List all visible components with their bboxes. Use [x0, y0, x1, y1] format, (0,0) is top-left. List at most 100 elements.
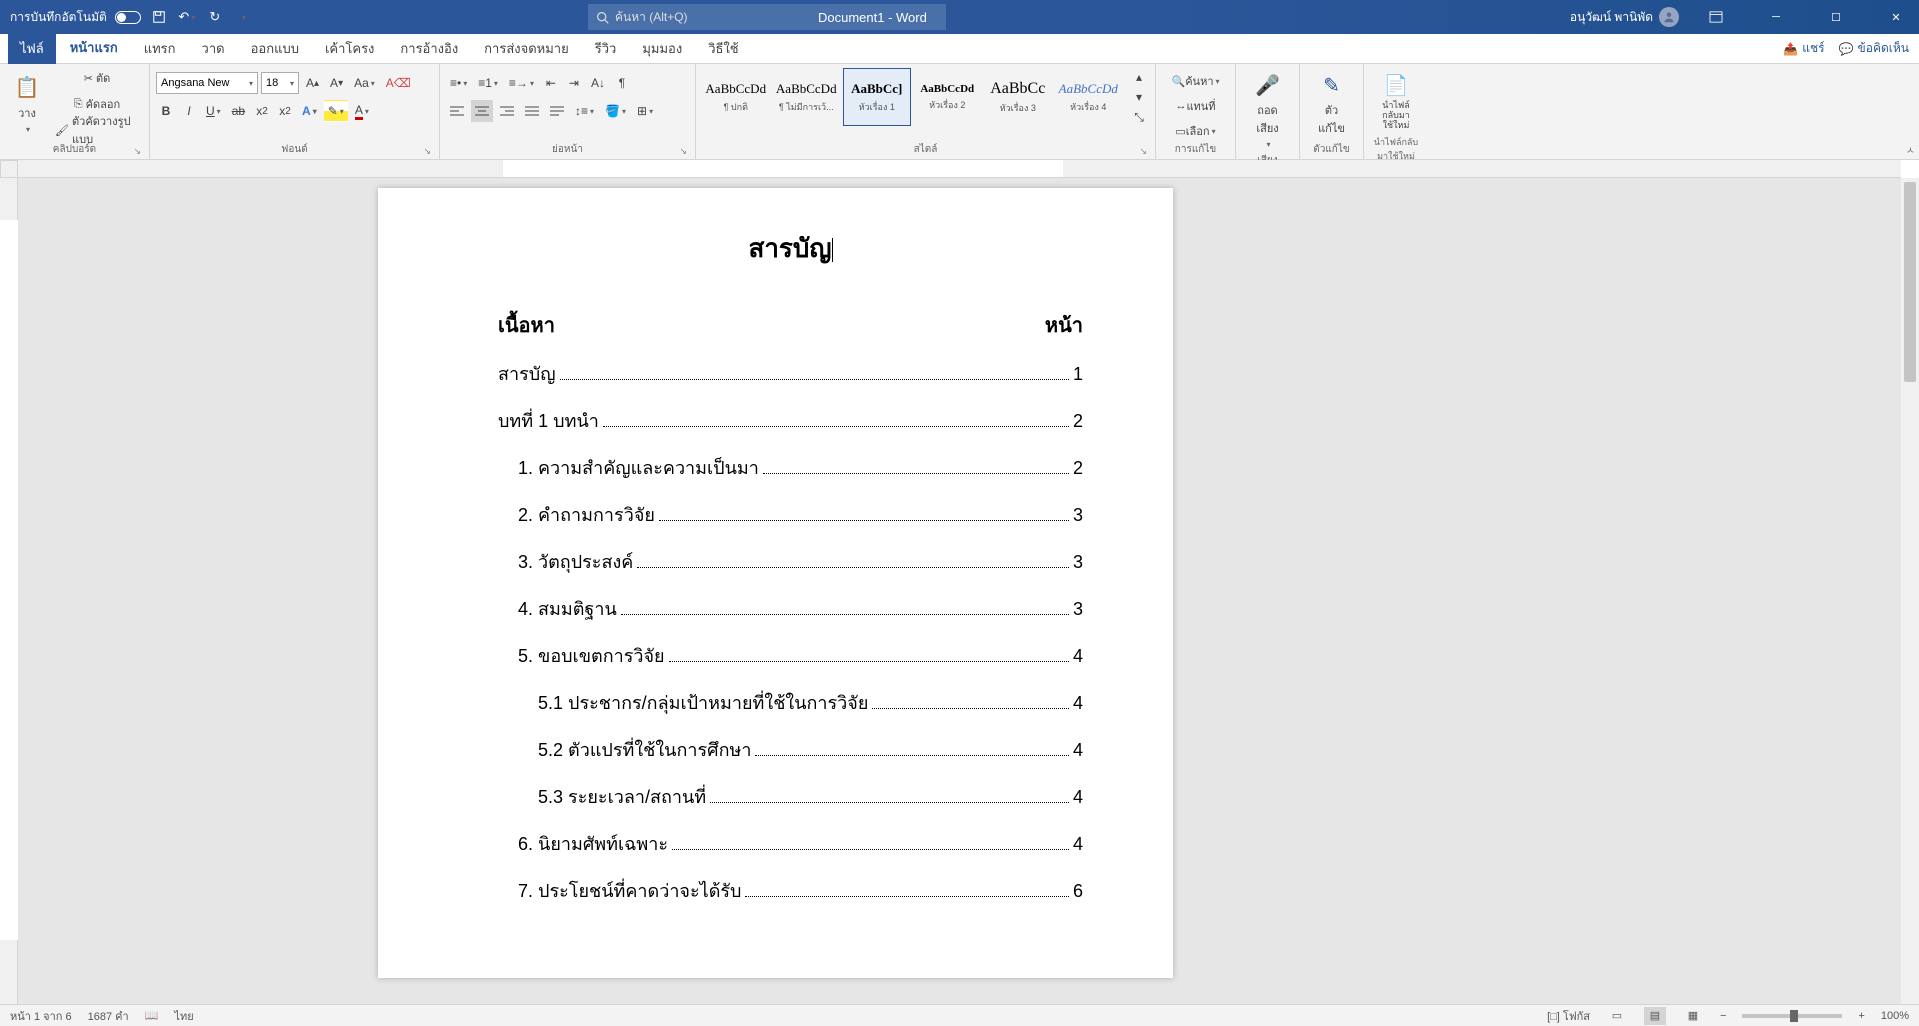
editor-button[interactable]: ✎ตัวแก้ไข: [1306, 68, 1357, 141]
styles-scroll-down[interactable]: ▾: [1129, 88, 1149, 106]
redo-icon[interactable]: ↻: [205, 7, 225, 27]
print-layout-button[interactable]: ▤: [1644, 1007, 1666, 1025]
styles-expand[interactable]: ⤡: [1129, 108, 1149, 126]
word-count[interactable]: 1687 คำ: [88, 1007, 129, 1025]
undo-icon[interactable]: ↶▾: [177, 7, 197, 27]
share-button[interactable]: 📤 แชร์: [1783, 39, 1824, 58]
line-spacing-button[interactable]: ↕≡▾: [571, 100, 598, 122]
select-button[interactable]: ▭ เลือก▾: [1162, 120, 1229, 142]
style-heading3[interactable]: AaBbCcหัวเรื่อง 3: [984, 68, 1052, 126]
decrease-indent-button[interactable]: ⇤: [541, 72, 561, 94]
page[interactable]: สารบัญ เนื้อหา หน้า สารบัญ 1บทที่ 1 บทนำ…: [378, 188, 1173, 978]
close-button[interactable]: ✕: [1873, 0, 1919, 34]
sort-button[interactable]: A↓: [587, 72, 609, 94]
tab-mailings[interactable]: การส่งจดหมาย: [472, 32, 581, 65]
style-normal[interactable]: AaBbCcDd¶ ปกติ: [702, 68, 770, 126]
shrink-font-button[interactable]: A▾: [326, 72, 347, 94]
read-mode-button[interactable]: ▭: [1606, 1007, 1628, 1025]
bold-button[interactable]: B: [156, 100, 176, 122]
dialog-launcher-icon[interactable]: ↘: [1139, 146, 1147, 157]
borders-button[interactable]: ⊞▾: [633, 100, 657, 122]
style-heading4[interactable]: AaBbCcDdหัวเรื่อง 4: [1055, 68, 1123, 126]
vertical-ruler[interactable]: [0, 178, 18, 1004]
justify-button[interactable]: [521, 100, 543, 122]
font-size-input[interactable]: 18▾: [261, 72, 299, 94]
align-center-button[interactable]: [471, 100, 493, 122]
user-account[interactable]: อนุวัฒน์ พานิพัด: [1570, 7, 1679, 27]
zoom-in-button[interactable]: +: [1858, 1010, 1864, 1022]
clear-format-button[interactable]: A⌫: [382, 72, 415, 94]
search-input[interactable]: ค้นหา (Alt+Q): [588, 4, 946, 30]
text-effects-button[interactable]: A▾: [298, 100, 321, 122]
tab-help[interactable]: วิธีใช้: [696, 32, 750, 65]
distributed-button[interactable]: [546, 100, 568, 122]
vertical-scrollbar[interactable]: [1901, 178, 1919, 1004]
zoom-out-button[interactable]: −: [1720, 1010, 1726, 1022]
scrollbar-thumb[interactable]: [1904, 182, 1916, 382]
font-color-button[interactable]: A▾: [351, 100, 373, 122]
tab-home[interactable]: หน้าแรก: [58, 31, 130, 66]
focus-mode[interactable]: [□] โฟกัส: [1547, 1007, 1590, 1025]
paste-button[interactable]: 📋 วาง▾: [6, 71, 48, 138]
style-nospacing[interactable]: AaBbCcDd¶ ไม่มีการเว้...: [773, 68, 841, 126]
grow-font-button[interactable]: A▴: [302, 72, 323, 94]
status-bar: หน้า 1 จาก 6 1687 คำ 📖 ไทย [□] โฟกัส ▭ ▤…: [0, 1004, 1919, 1026]
dialog-launcher-icon[interactable]: ↘: [133, 146, 141, 157]
style-heading1[interactable]: AaBbCc]หัวเรื่อง 1: [843, 68, 911, 126]
cut-button[interactable]: ✂ ตัด: [51, 67, 143, 89]
find-button[interactable]: 🔍 ค้นหา▾: [1162, 70, 1229, 92]
multilevel-button[interactable]: ≡→▾: [505, 72, 538, 94]
tab-draw[interactable]: วาด: [190, 32, 237, 65]
editor-label: ตัวแก้ไข: [1313, 144, 1349, 155]
tab-review[interactable]: รีวิว: [583, 32, 629, 65]
increase-indent-button[interactable]: ⇥: [564, 72, 584, 94]
qat-customize-icon[interactable]: ▾: [233, 7, 253, 27]
underline-button[interactable]: U▾: [202, 100, 225, 122]
toc-line: 2. คำถามการวิจัย 3: [498, 500, 1083, 529]
dictate-button[interactable]: 🎤ถอดเสียง▾: [1242, 68, 1293, 153]
spellcheck-icon[interactable]: 📖: [145, 1009, 159, 1022]
collapse-ribbon-button[interactable]: ㅅ: [1906, 142, 1915, 157]
tab-insert[interactable]: แทรก: [132, 32, 188, 65]
web-layout-button[interactable]: ▦: [1682, 1007, 1704, 1025]
autosave-toggle[interactable]: [115, 11, 141, 24]
page-indicator[interactable]: หน้า 1 จาก 6: [10, 1007, 72, 1025]
zoom-slider[interactable]: [1742, 1014, 1842, 1018]
maximize-button[interactable]: ☐: [1813, 0, 1859, 34]
language-indicator[interactable]: ไทย: [174, 1007, 193, 1025]
tab-view[interactable]: มุมมอง: [630, 32, 694, 65]
shading-button[interactable]: 🪣▾: [601, 100, 630, 122]
align-left-button[interactable]: [446, 100, 468, 122]
superscript-button[interactable]: x2: [275, 100, 295, 122]
comments-button[interactable]: 💬 ข้อคิดเห็น: [1839, 39, 1909, 58]
change-case-button[interactable]: Aa▾: [350, 72, 379, 94]
tab-references[interactable]: การอ้างอิง: [388, 32, 470, 65]
tab-layout[interactable]: เค้าโครง: [313, 32, 386, 65]
highlight-button[interactable]: ✎▾: [324, 100, 348, 122]
toc-line: 5.3 ระยะเวลา/สถานที่ 4: [498, 782, 1083, 811]
align-right-button[interactable]: [496, 100, 518, 122]
strikethrough-button[interactable]: ab: [228, 100, 249, 122]
ribbon-display-icon[interactable]: [1693, 0, 1739, 34]
toc-line: 5.2 ตัวแปรที่ใช้ในการศึกษา 4: [498, 735, 1083, 764]
format-painter-button[interactable]: 🖌 ตัวคัดวางรูปแบบ: [51, 119, 143, 141]
font-name-input[interactable]: Angsana New▾: [156, 72, 258, 94]
bullets-button[interactable]: ≡•▾: [446, 72, 471, 94]
save-icon[interactable]: [149, 7, 169, 27]
styles-scroll-up[interactable]: ▴: [1129, 68, 1149, 86]
style-heading2[interactable]: AaBbCcDdหัวเรื่อง 2: [914, 68, 982, 126]
tab-file[interactable]: ไฟล์: [8, 32, 56, 65]
dialog-launcher-icon[interactable]: ↘: [679, 146, 687, 157]
zoom-level[interactable]: 100%: [1881, 1010, 1909, 1022]
italic-button[interactable]: I: [179, 100, 199, 122]
numbering-button[interactable]: ≡1▾: [474, 72, 502, 94]
dialog-launcher-icon[interactable]: ↘: [423, 146, 431, 157]
subscript-button[interactable]: x2: [252, 100, 272, 122]
tab-design[interactable]: ออกแบบ: [239, 32, 311, 65]
replace-button[interactable]: ↔ แทนที่: [1162, 95, 1229, 117]
reuse-files-button[interactable]: 📄นำไฟล์กลับมาใช้ใหม่: [1370, 68, 1422, 135]
show-marks-button[interactable]: ¶: [612, 72, 632, 94]
group-styles: AaBbCcDd¶ ปกติ AaBbCcDd¶ ไม่มีการเว้... …: [696, 64, 1156, 159]
horizontal-ruler[interactable]: [18, 160, 1901, 178]
minimize-button[interactable]: ─: [1753, 0, 1799, 34]
